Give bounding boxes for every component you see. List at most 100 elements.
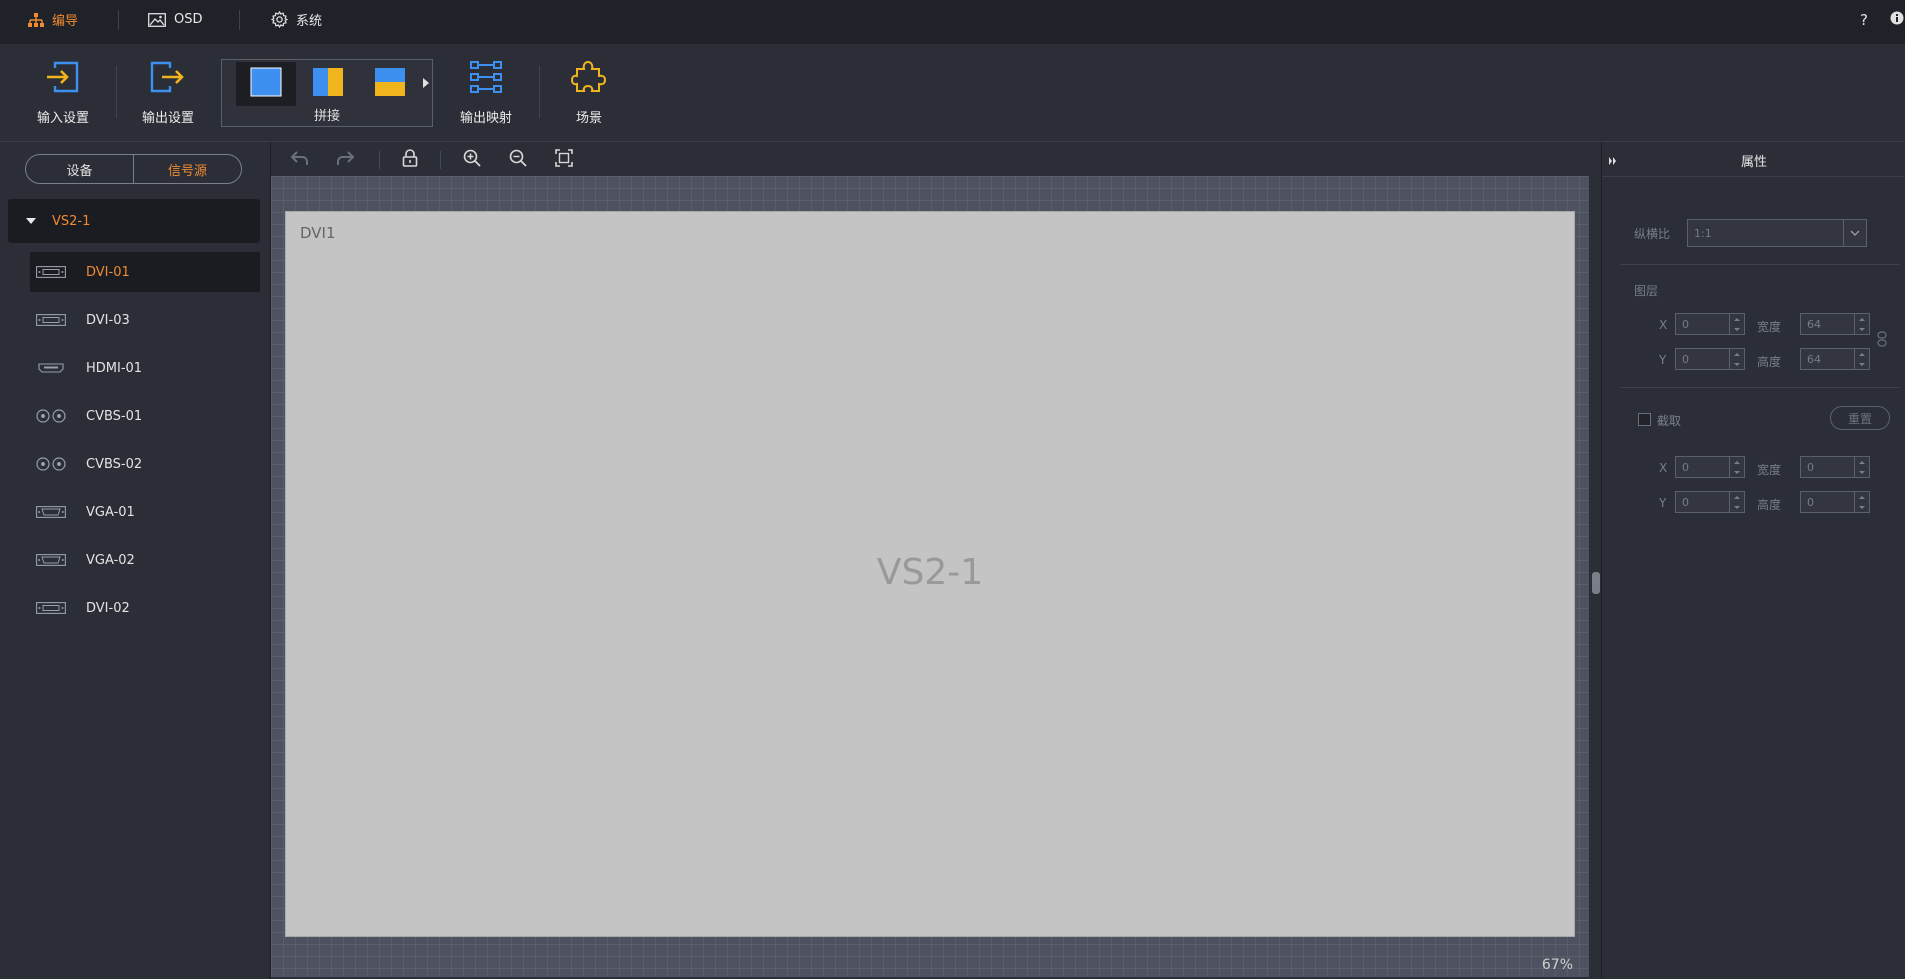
crop-y-input[interactable]: 0 [1675, 491, 1745, 513]
output-settings-button[interactable]: 输出设置 [113, 44, 223, 141]
hdmi-port-icon [34, 363, 68, 373]
spinner-arrows-icon[interactable] [1729, 492, 1744, 512]
caret-down-icon[interactable] [26, 218, 36, 224]
reset-button[interactable]: 重置 [1830, 406, 1890, 430]
undo-button[interactable] [289, 149, 311, 171]
lock-button[interactable] [399, 149, 421, 171]
source-item-dvi-02[interactable]: DVI-02 [30, 588, 260, 628]
tool-label: 场景 [575, 111, 602, 126]
layout-horizontal-split-icon [374, 67, 406, 101]
source-item-hdmi-01[interactable]: HDMI-01 [30, 348, 260, 388]
crop-width-label: 宽度 [1757, 463, 1782, 477]
cvbs-port-icon [34, 457, 68, 471]
source-item-vga-01[interactable]: VGA-01 [30, 492, 260, 532]
nav-tab-label: 编导 [52, 14, 79, 29]
spinner-arrows-icon[interactable] [1729, 349, 1744, 369]
nav-tab-system[interactable]: 系统 [271, 0, 322, 39]
info-icon [1890, 11, 1904, 29]
layout-horizontal-split-button[interactable] [360, 62, 420, 106]
fit-screen-button[interactable] [553, 149, 575, 171]
layer-height-input[interactable]: 64 [1800, 348, 1870, 370]
tab-signal-source[interactable]: 信号源 [134, 155, 241, 183]
input-settings-icon [45, 59, 81, 99]
spinner-arrows-icon[interactable] [1854, 314, 1869, 334]
more-layouts-arrow-icon[interactable] [423, 78, 429, 88]
screen-vs2-1[interactable]: DVI1 VS2-1 [285, 211, 1575, 937]
aspect-ratio-value: 1:1 [1694, 226, 1712, 240]
layout-canvas[interactable]: DVI1 VS2-1 67% [271, 176, 1589, 977]
section-divider [1620, 264, 1900, 265]
crop-width-input[interactable]: 0 [1800, 456, 1870, 478]
nav-tab-director[interactable]: 编导 [28, 0, 78, 39]
source-item-dvi-03[interactable]: DVI-03 [30, 300, 260, 340]
crop-checkbox[interactable] [1638, 413, 1651, 426]
layout-vertical-split-button[interactable] [298, 62, 358, 106]
tool-label: 输出映射 [459, 111, 512, 126]
aspect-ratio-select[interactable]: 1:1 [1687, 219, 1867, 247]
puzzle-icon [570, 59, 607, 99]
output-mapping-button[interactable]: 输出映射 [431, 44, 541, 141]
nav-tab-osd[interactable]: OSD [148, 0, 203, 39]
layer-x-input[interactable]: 0 [1675, 313, 1745, 335]
spinner-arrows-icon[interactable] [1854, 457, 1869, 477]
spinner-arrows-icon[interactable] [1729, 457, 1744, 477]
crop-y-label: Y [1659, 496, 1667, 510]
nav-divider [118, 10, 119, 30]
tool-label: 输出设置 [141, 111, 194, 126]
tree-root-vs2-1[interactable]: VS2-1 [8, 199, 260, 243]
chevron-down-icon [1843, 220, 1866, 246]
source-list: DVI-01 DVI-03 HDMI-01 CVBS-01 CVBS-02 VG… [30, 252, 260, 636]
spinner-arrows-icon[interactable] [1854, 492, 1869, 512]
source-label: DVI-03 [86, 312, 130, 328]
source-label: CVBS-01 [86, 408, 143, 424]
screen-label: VS2-1 [876, 552, 984, 593]
tool-label: 输入设置 [36, 111, 89, 126]
layout-single-button[interactable] [236, 62, 296, 106]
zoom-out-button[interactable] [507, 149, 529, 171]
crop-x-input[interactable]: 0 [1675, 456, 1745, 478]
source-item-cvbs-01[interactable]: CVBS-01 [30, 396, 260, 436]
sitemap-icon [28, 12, 44, 27]
output-settings-icon [148, 59, 188, 99]
scene-button[interactable]: 场景 [534, 44, 644, 141]
canvas-toolbar [271, 142, 1595, 176]
layer-y-input[interactable]: 0 [1675, 348, 1745, 370]
input-settings-button[interactable]: 输入设置 [8, 44, 118, 141]
crop-height-input[interactable]: 0 [1800, 491, 1870, 513]
nav-tab-label: OSD [174, 12, 203, 27]
source-tab-switch: 设备 信号源 [25, 154, 242, 184]
redo-button[interactable] [334, 149, 356, 171]
layer-x-value: 0 [1682, 317, 1689, 331]
layer-x-label: X [1659, 318, 1668, 332]
nav-tab-label: 系统 [296, 14, 323, 29]
source-item-vga-02[interactable]: VGA-02 [30, 540, 260, 580]
layer-section-label: 图层 [1634, 284, 1659, 298]
link-ratio-icon[interactable] [1877, 331, 1887, 351]
help-button[interactable]: ? [1860, 0, 1868, 39]
output-mapping-icon [468, 59, 504, 99]
info-button[interactable] [1890, 0, 1904, 39]
tree-root-label: VS2-1 [52, 213, 91, 229]
gear-icon [271, 11, 288, 28]
dvi-port-icon [34, 314, 68, 326]
zoom-in-button[interactable] [461, 149, 483, 171]
layer-height-value: 64 [1807, 352, 1821, 366]
crop-x-label: X [1659, 461, 1668, 475]
layer-width-input[interactable]: 64 [1800, 313, 1870, 335]
section-divider [1620, 387, 1900, 388]
spinner-arrows-icon[interactable] [1854, 349, 1869, 369]
properties-header: 属性 [1602, 142, 1905, 177]
layout-single-icon [250, 67, 282, 101]
source-item-cvbs-02[interactable]: CVBS-02 [30, 444, 260, 484]
crop-y-value: 0 [1682, 495, 1689, 509]
spinner-arrows-icon[interactable] [1729, 314, 1744, 334]
splitter-handle[interactable] [1592, 572, 1600, 594]
crop-x-value: 0 [1682, 460, 1689, 474]
source-item-dvi-01[interactable]: DVI-01 [30, 252, 260, 292]
source-label: HDMI-01 [86, 360, 143, 376]
aspect-ratio-label: 纵横比 [1634, 227, 1671, 241]
redo-icon [336, 150, 355, 170]
canvas-toolbar-divider [379, 151, 380, 169]
tab-device[interactable]: 设备 [26, 155, 134, 183]
panel-splitter[interactable] [1592, 176, 1600, 977]
